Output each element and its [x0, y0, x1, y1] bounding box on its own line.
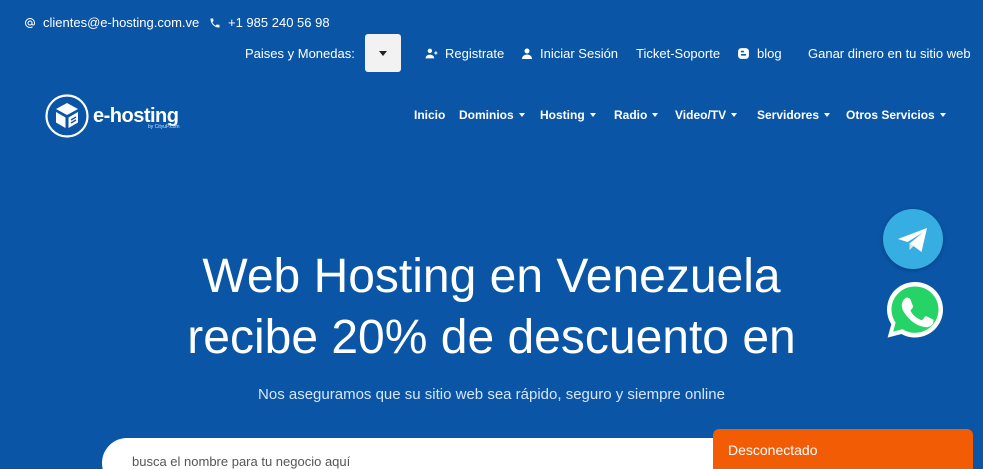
nav-label: Inicio [414, 108, 446, 122]
nav-video-tv[interactable]: Video/TV [675, 105, 738, 125]
contact-email-text: clientes@e-hosting.com.ve [43, 15, 200, 30]
contact-phone-text: +1 985 240 56 98 [228, 15, 330, 30]
domain-search-input[interactable] [132, 454, 692, 469]
nav-label: Dominios [459, 108, 514, 122]
contact-email[interactable]: clientes@e-hosting.com.ve [24, 15, 199, 30]
domain-search-box [102, 438, 742, 469]
nav-label: Video/TV [675, 108, 727, 122]
caret-down-icon [379, 50, 387, 56]
at-icon [25, 17, 35, 28]
chevron-down-icon [731, 113, 738, 117]
whatsapp-button[interactable] [883, 278, 947, 342]
currency-select[interactable] [365, 34, 401, 72]
register-link[interactable]: Registrate [425, 34, 504, 72]
earn-money-link[interactable]: Ganar dinero en tu sitio web [808, 34, 971, 72]
nav-servidores[interactable]: Servidores [757, 105, 831, 125]
hero-title: Web Hosting en Venezuela recibe 20% de d… [0, 246, 983, 368]
contact-phone[interactable]: +1 985 240 56 98 [209, 15, 330, 30]
login-link[interactable]: Iniciar Sesión [521, 34, 618, 72]
telegram-icon [898, 228, 927, 252]
nav-label: Radio [614, 108, 648, 122]
earn-money-label: Ganar dinero en tu sitio web [808, 45, 971, 61]
blogger-icon [738, 47, 749, 59]
nav-radio[interactable]: Radio [614, 105, 659, 125]
chevron-down-icon [589, 113, 596, 117]
chevron-down-icon [939, 113, 946, 117]
phone-icon [210, 18, 220, 27]
nav-label: Hosting [540, 108, 585, 122]
nav-label: Servidores [757, 108, 820, 122]
nav-otros-servicios[interactable]: Otros Servicios [846, 105, 946, 125]
telegram-button[interactable] [883, 209, 943, 269]
chat-status-widget[interactable]: Desconectado [713, 429, 973, 469]
currency-label: Paises y Monedas: [245, 45, 355, 61]
hero-title-line1: Web Hosting en Venezuela [202, 250, 781, 303]
blog-link[interactable]: blog [737, 34, 782, 72]
top-bar: clientes@e-hosting.com.ve +1 985 240 56 … [0, 0, 983, 80]
blog-label: blog [757, 45, 782, 61]
login-label: Iniciar Sesión [540, 45, 619, 61]
ticket-support-label: Ticket-Soporte [636, 45, 721, 61]
nav-hosting[interactable]: Hosting [540, 105, 596, 125]
nav-inicio[interactable]: Inicio [414, 105, 445, 125]
user-plus-icon [425, 48, 438, 58]
nav-label: Otros Servicios [846, 108, 935, 122]
hero-title-line2: recibe 20% de descuento en [187, 311, 796, 364]
whatsapp-icon [887, 282, 943, 338]
register-label: Registrate [445, 45, 505, 61]
main-nav: Inicio Dominios Hosting Radio Video/TV S… [0, 105, 983, 125]
hero-subtitle: Nos aseguramos que su sitio web sea rápi… [258, 386, 725, 403]
ticket-support-link[interactable]: Ticket-Soporte [636, 34, 720, 72]
user-icon [522, 48, 532, 59]
nav-dominios[interactable]: Dominios [459, 105, 525, 125]
chat-status-label: Desconectado [728, 442, 818, 458]
utility-bar: Paises y Monedas: Registrate Iniciar Ses… [0, 34, 983, 72]
chevron-down-icon [824, 113, 831, 117]
chevron-down-icon [518, 113, 525, 117]
chevron-down-icon [652, 113, 659, 117]
